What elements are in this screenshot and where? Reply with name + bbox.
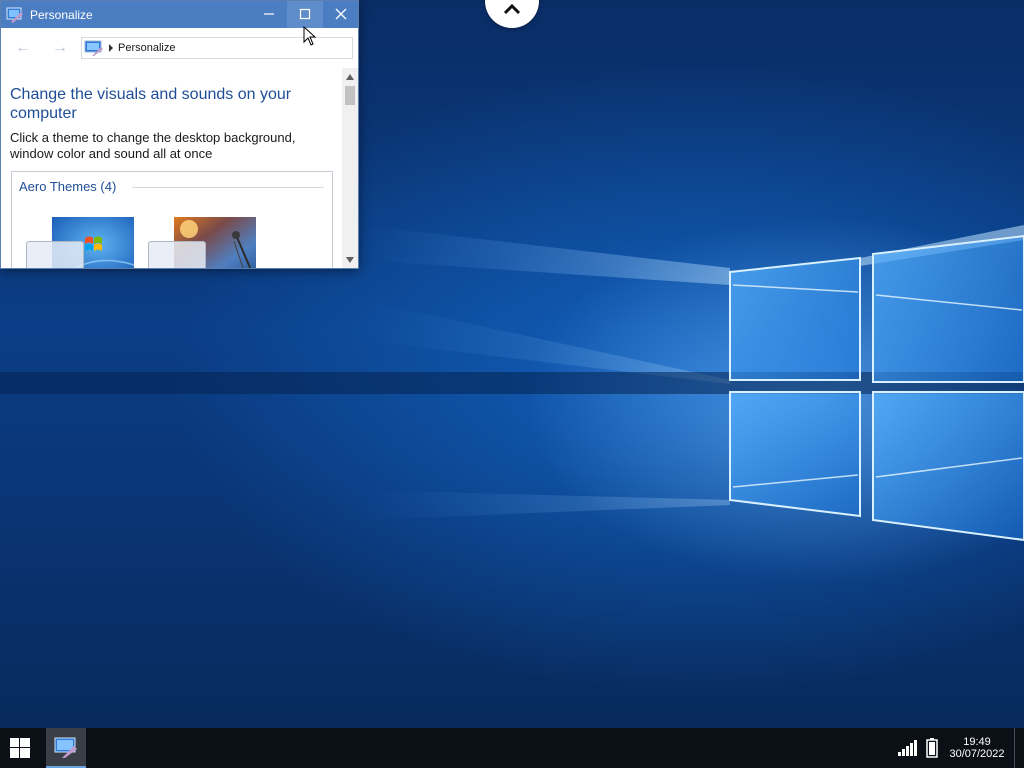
aero-themes-label: Aero Themes (4) [19,179,121,194]
personalize-content: Change the visuals and sounds on your co… [1,68,342,268]
theme-architecture[interactable] [148,217,256,268]
clock-date: 30/07/2022 [949,748,1005,760]
battery-icon[interactable] [926,738,938,758]
back-button[interactable]: ← [12,38,34,58]
minimize-icon [264,13,274,15]
close-button[interactable] [323,1,359,28]
page-description: Click a theme to change the desktop back… [10,130,296,161]
breadcrumb[interactable]: Personalize [118,42,175,54]
start-button[interactable] [0,728,40,768]
scroll-down-arrow-icon[interactable] [346,257,354,263]
scroll-up-arrow-icon[interactable] [346,74,354,80]
personalize-icon [6,7,23,23]
taskbar: 19:49 30/07/2022 [0,728,1024,768]
personalize-icon [84,40,103,56]
vertical-scrollbar[interactable] [342,68,358,268]
close-icon [335,8,347,20]
page-heading: Change the visuals and sounds on your co… [10,86,292,122]
group-divider [132,187,324,188]
system-clock[interactable]: 19:49 30/07/2022 [944,736,1010,760]
theme-glass-preview [148,241,206,268]
show-desktop-button[interactable] [1014,728,1024,768]
taskbar-personalize-button[interactable] [46,728,86,768]
title-bar[interactable]: Personalize [1,1,358,28]
clock-time: 19:49 [963,736,991,748]
theme-glass-preview [26,241,84,268]
windows-logo-icon [10,738,30,758]
minimize-button[interactable] [251,1,287,28]
signal-strength-icon[interactable] [898,740,918,756]
maximize-icon [299,8,311,20]
window-title: Personalize [30,8,93,22]
mouse-pointer-icon [303,26,317,46]
theme-windows-7[interactable] [26,217,134,268]
forward-button[interactable]: → [49,38,71,58]
chevron-up-icon [503,3,521,15]
maximize-button[interactable] [287,1,323,28]
scroll-thumb[interactable] [345,86,355,105]
personalize-icon [54,737,77,758]
caret-right-icon[interactable] [108,44,114,52]
aero-themes-group: Aero Themes (4) [11,171,333,268]
